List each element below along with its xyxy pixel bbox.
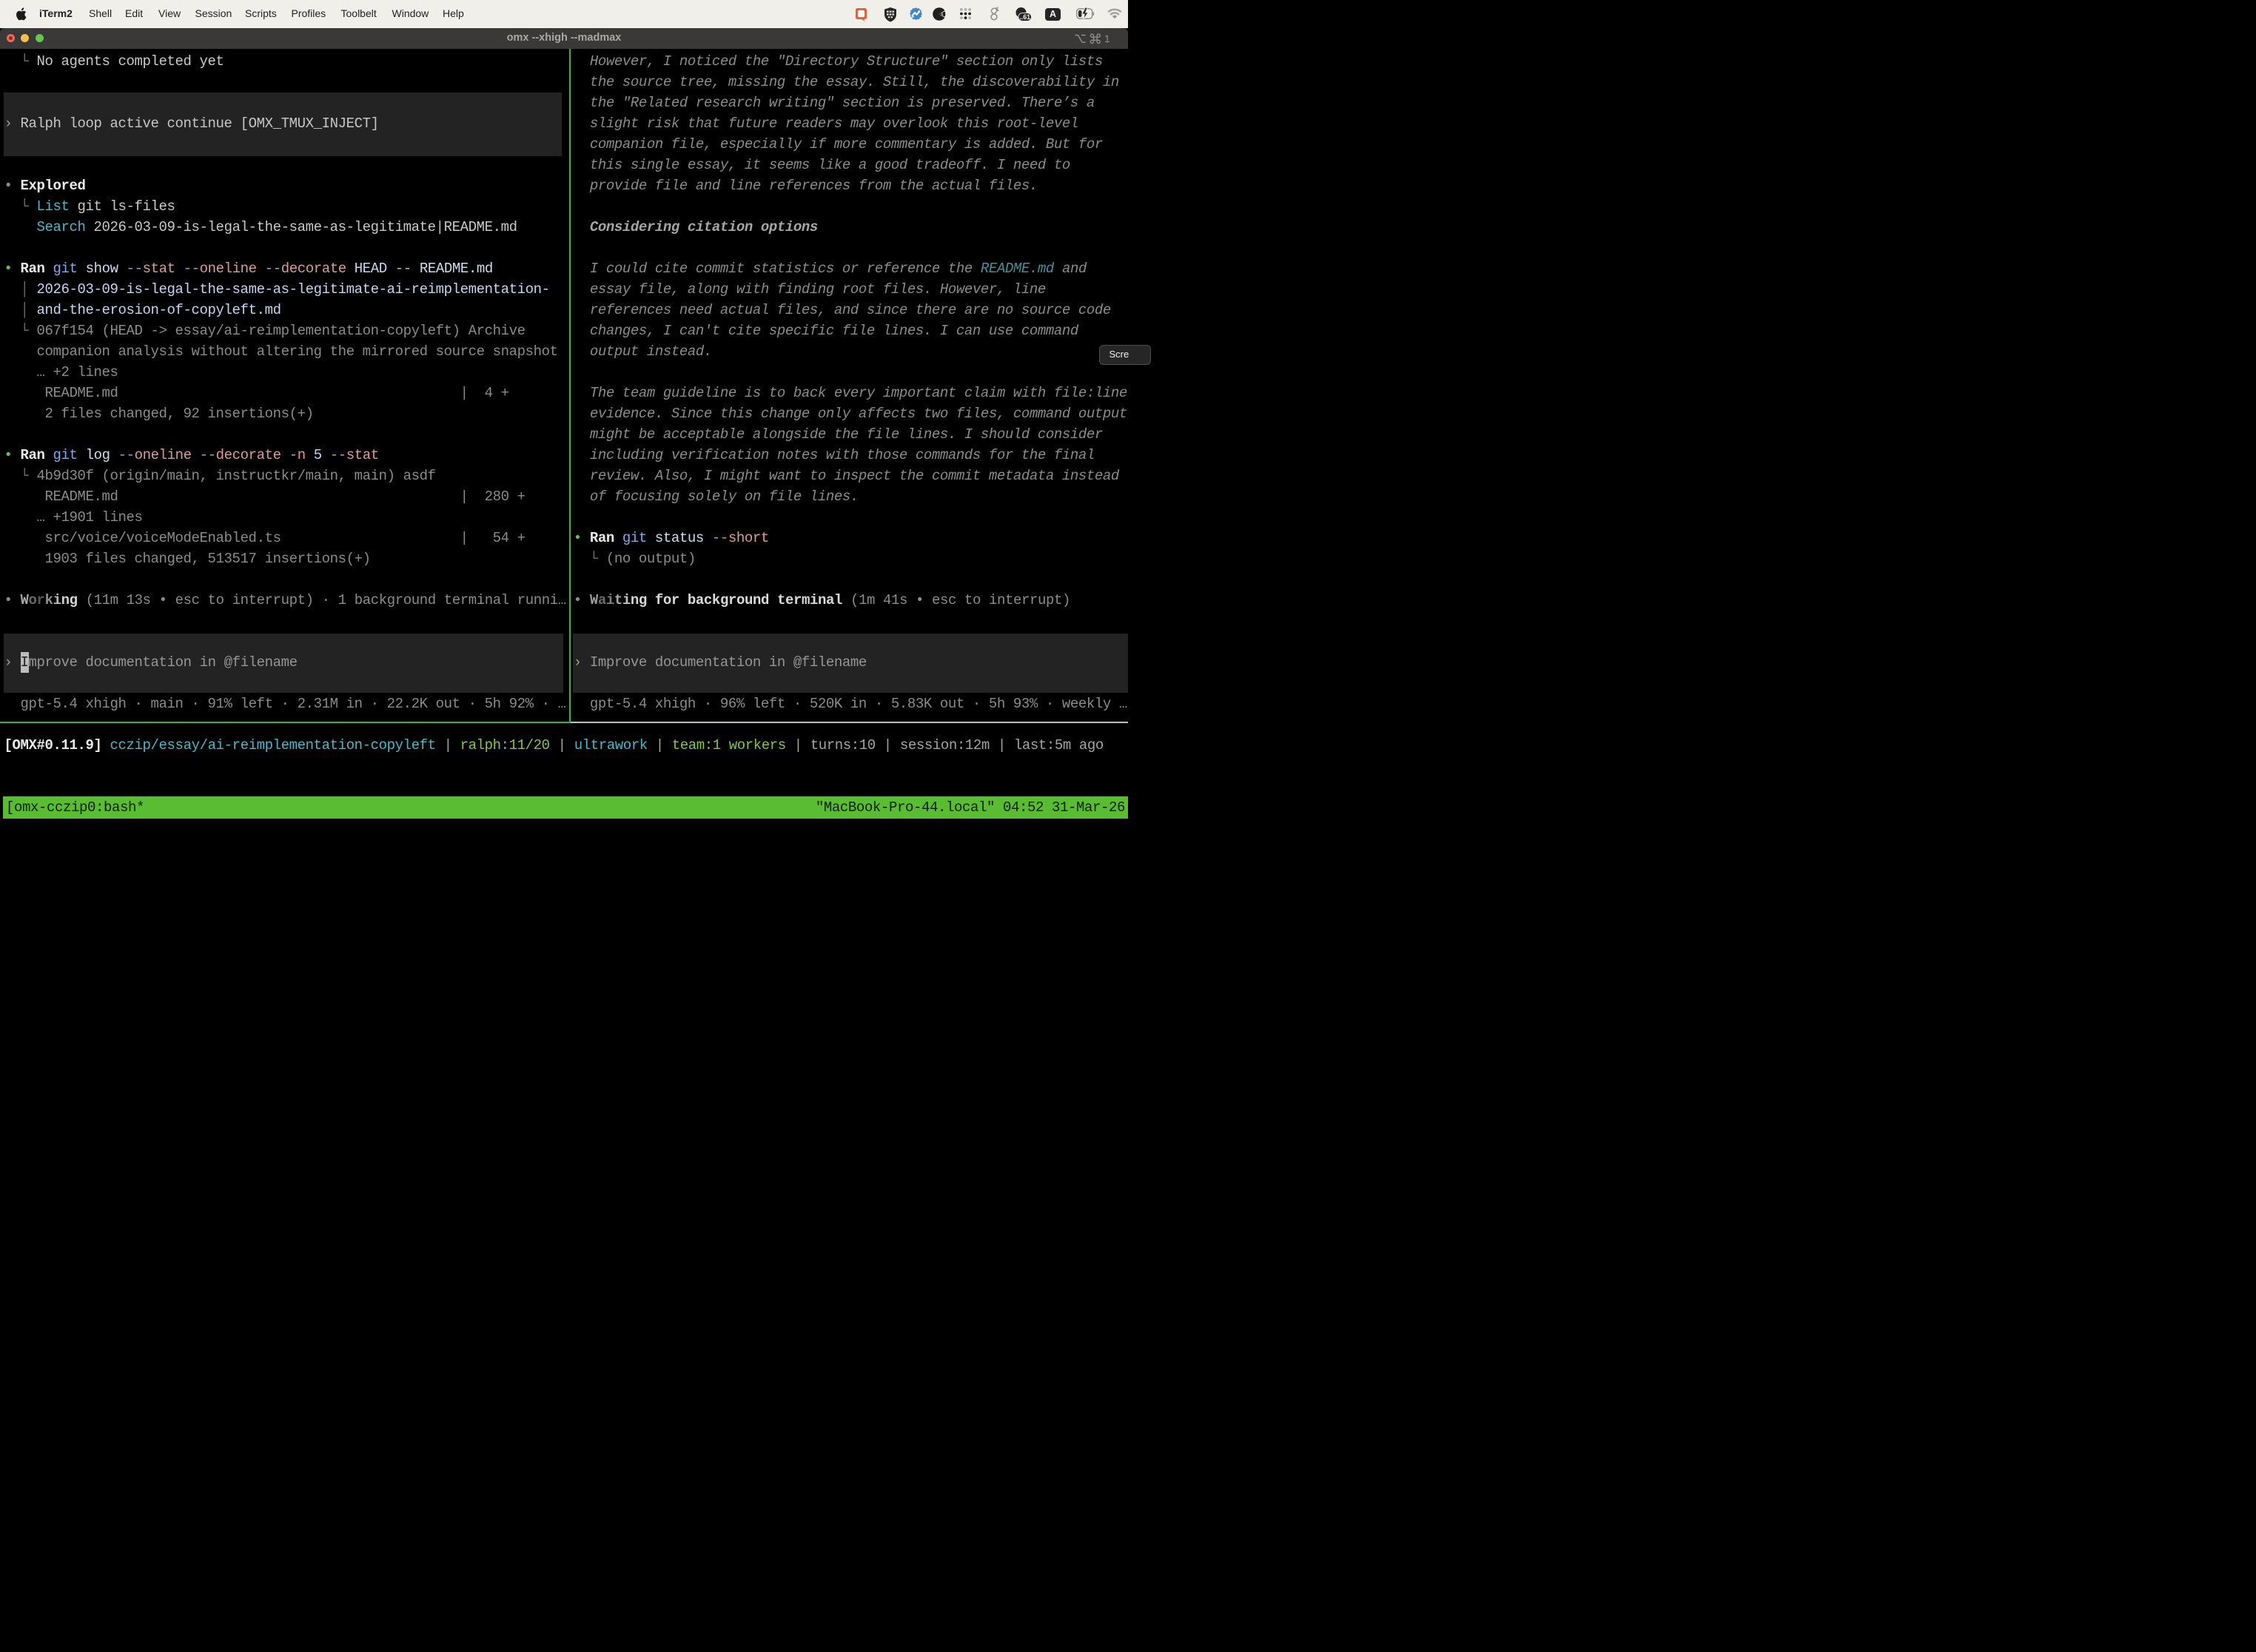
svg-text:..61: ..61 [1019,13,1030,21]
svg-text:1: 1 [1104,33,1110,44]
